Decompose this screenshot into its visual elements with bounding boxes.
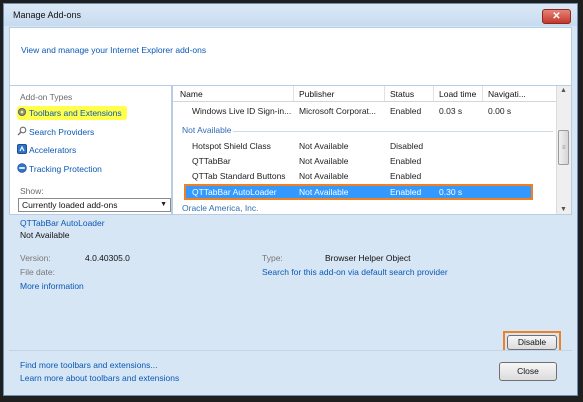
row-name: Windows Live ID Sign-in... — [192, 106, 292, 116]
sidebar-item-label: Search Providers — [29, 127, 95, 137]
view-manage-addons-link[interactable]: View and manage your Internet Explorer a… — [21, 45, 206, 55]
row-load-time: 0.03 s — [439, 106, 463, 116]
detail-addon-name: QTTabBar AutoLoader — [20, 218, 105, 228]
table-row[interactable]: Hotspot Shield Class Not Available Disab… — [173, 139, 558, 153]
sidebar-item-search-providers[interactable]: Search Providers — [17, 125, 94, 139]
table-row[interactable]: QTTabBar Not Available Enabled — [173, 154, 558, 168]
row-name: QTTabBar — [192, 156, 231, 166]
scroll-up-icon[interactable]: ▲ — [560, 87, 567, 94]
sidebar-item-tracking-protection[interactable]: Tracking Protection — [17, 162, 102, 176]
type-label: Type: — [262, 253, 283, 263]
row-status: Disabled — [390, 141, 424, 151]
addon-types-panel: Add-on Types Toolbars and Extensions Sea… — [9, 86, 172, 215]
sidebar-item-label: Accelerators — [29, 145, 77, 155]
file-date-label: File date: — [20, 267, 55, 277]
table-row[interactable]: Windows Live ID Sign-in... Microsoft Cor… — [173, 104, 558, 118]
column-status[interactable]: Status — [390, 89, 414, 99]
sidebar-item-label: Tracking Protection — [29, 164, 102, 174]
row-navigation-time: 0.00 s — [488, 106, 512, 116]
chevron-down-icon: ▼ — [160, 201, 167, 208]
version-value: 4.0.40305.0 — [85, 253, 130, 263]
addon-detail-panel: QTTabBar AutoLoader Not Available Versio… — [9, 215, 572, 359]
row-status: Enabled — [390, 156, 422, 166]
sidebar-item-toolbars-extensions[interactable]: Toolbars and Extensions — [17, 106, 127, 120]
header-panel: View and manage your Internet Explorer a… — [9, 27, 572, 86]
show-filter-value: Currently loaded add-ons — [22, 200, 118, 210]
row-name: Hotspot Shield Class — [192, 141, 271, 151]
detail-publisher: Not Available — [20, 230, 70, 240]
list-scrollbar[interactable]: ▲ ≡ ▼ — [556, 86, 571, 214]
row-publisher: Not Available — [299, 141, 349, 151]
row-status: Enabled — [390, 106, 422, 116]
row-publisher: Not Available — [299, 156, 349, 166]
sidebar-item-accelerators[interactable]: Accelerators — [17, 143, 76, 157]
scroll-thumb[interactable]: ≡ — [558, 130, 569, 165]
type-value: Browser Helper Object — [325, 253, 411, 263]
title-bar: Manage Add-ons ✕ — [4, 4, 577, 26]
group-oracle: Oracle America, Inc. — [182, 203, 259, 213]
find-more-toolbars-link[interactable]: Find more toolbars and extensions... — [20, 360, 158, 370]
addons-list: Name Publisher Status Load time Navigati… — [172, 86, 572, 215]
footer: Find more toolbars and extensions... Lea… — [9, 350, 572, 391]
addon-types-heading: Add-on Types — [20, 92, 73, 102]
row-name: QTTab Standard Buttons — [192, 171, 286, 181]
row-publisher: Microsoft Corporat... — [299, 106, 376, 116]
search-addon-link[interactable]: Search for this add-on via default searc… — [262, 267, 448, 277]
accelerator-icon — [17, 144, 27, 154]
gear-icon — [18, 108, 26, 116]
version-label: Version: — [20, 253, 51, 263]
show-label: Show: — [20, 186, 44, 196]
close-button[interactable]: Close — [499, 362, 557, 381]
tracking-protection-icon — [17, 163, 27, 173]
row-status: Enabled — [390, 171, 422, 181]
column-navigation[interactable]: Navigati... — [488, 89, 526, 99]
column-load-time[interactable]: Load time — [439, 89, 476, 99]
search-icon — [17, 126, 27, 136]
column-name[interactable]: Name — [180, 89, 203, 99]
row-publisher: Not Available — [299, 171, 349, 181]
more-information-link[interactable]: More information — [20, 281, 84, 291]
learn-more-toolbars-link[interactable]: Learn more about toolbars and extensions — [20, 373, 179, 383]
sidebar-item-label: Toolbars and Extensions — [29, 108, 122, 118]
scroll-down-icon[interactable]: ▼ — [560, 206, 567, 213]
table-row[interactable]: QTTab Standard Buttons Not Available Ena… — [173, 169, 558, 183]
list-column-header: Name Publisher Status Load time Navigati… — [173, 86, 558, 102]
column-publisher[interactable]: Publisher — [299, 89, 334, 99]
show-filter-select[interactable]: Currently loaded add-ons ▼ — [18, 198, 171, 212]
group-not-available: Not Available — [182, 125, 232, 135]
selected-row-annotation — [184, 184, 533, 200]
window-title: Manage Add-ons — [13, 10, 82, 20]
manage-addons-window: Manage Add-ons ✕ View and manage your In… — [3, 3, 578, 396]
close-window-button[interactable]: ✕ — [542, 9, 571, 24]
